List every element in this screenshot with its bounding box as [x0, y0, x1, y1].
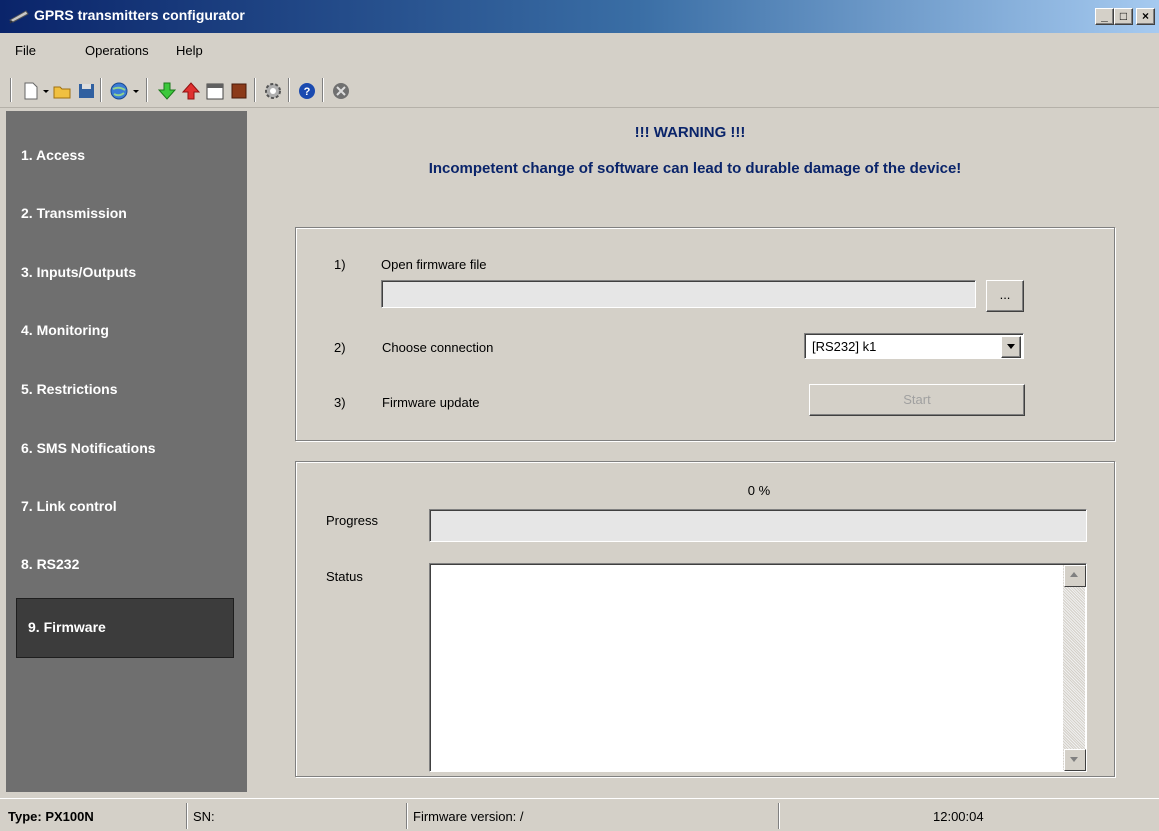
- window-title: GPRS transmitters configurator: [34, 7, 245, 23]
- toolbar-grip: [10, 78, 12, 102]
- step1-label: Open firmware file: [381, 257, 487, 272]
- menu-file[interactable]: File: [15, 43, 36, 58]
- sidebar-item-monitoring[interactable]: 4. Monitoring: [6, 305, 247, 357]
- statusbar-separator: [406, 803, 408, 829]
- book-icon[interactable]: [228, 80, 250, 102]
- globe-icon[interactable]: [108, 80, 130, 102]
- sidebar-item-label: 4. Monitoring: [21, 322, 109, 338]
- calendar-icon[interactable]: [204, 80, 226, 102]
- start-label: Start: [903, 392, 931, 407]
- warning-title: !!! WARNING !!!: [634, 124, 746, 141]
- status-scrollbar[interactable]: [1063, 565, 1086, 771]
- chevron-up-icon: [1070, 572, 1078, 577]
- close-icon: ×: [1141, 9, 1149, 23]
- chevron-down-icon: [1070, 757, 1078, 762]
- clock-time: 12:00:04: [933, 809, 984, 824]
- device-type: Type: PX100N: [8, 809, 94, 824]
- gear-icon[interactable]: [262, 80, 284, 102]
- status-bar: Type: PX100N SN: Firmware version: / 12:…: [0, 798, 1159, 831]
- scroll-down-button[interactable]: [1064, 749, 1086, 771]
- close-circle-icon[interactable]: [330, 80, 352, 102]
- save-icon[interactable]: [76, 80, 98, 102]
- firmware-version: Firmware version: /: [413, 809, 524, 824]
- minimize-button[interactable]: _: [1095, 8, 1114, 25]
- progress-bar: [429, 509, 1087, 542]
- status-log[interactable]: [429, 563, 1087, 772]
- scroll-up-button[interactable]: [1064, 565, 1086, 587]
- sidebar-item-label: 2. Transmission: [21, 205, 127, 221]
- browse-button[interactable]: ...: [986, 280, 1024, 312]
- sidebar-item-rs232[interactable]: 8. RS232: [6, 539, 247, 591]
- statusbar-separator: [186, 803, 188, 829]
- sidebar-item-firmware[interactable]: 9. Firmware: [16, 598, 234, 658]
- sidebar-item-label: 6. SMS Notifications: [21, 440, 156, 456]
- sidebar-item-label: 9. Firmware: [28, 619, 106, 635]
- step3-number: 3): [334, 395, 346, 410]
- step1-number: 1): [334, 257, 346, 272]
- status-label: Status: [326, 569, 363, 584]
- toolbar-separator: [322, 78, 324, 102]
- sidebar-item-transmission[interactable]: 2. Transmission: [6, 188, 247, 240]
- open-folder-icon[interactable]: [52, 80, 74, 102]
- warning-message: Incompetent change of software can lead …: [428, 160, 962, 177]
- sidebar-item-inputs-outputs[interactable]: 3. Inputs/Outputs: [6, 247, 247, 299]
- minimize-icon: _: [1101, 9, 1108, 23]
- sidebar-item-access[interactable]: 1. Access: [6, 130, 247, 182]
- progress-percent: 0 %: [747, 483, 771, 498]
- maximize-icon: □: [1119, 9, 1128, 23]
- maximize-button[interactable]: □: [1114, 8, 1133, 25]
- new-icon[interactable]: [20, 80, 42, 102]
- dropdown-arrow-icon[interactable]: [130, 80, 142, 102]
- sidebar: 1. Access 2. Transmission 3. Inputs/Outp…: [6, 111, 247, 792]
- toolbar-separator: [288, 78, 290, 102]
- sidebar-item-label: 8. RS232: [21, 556, 80, 572]
- help-icon[interactable]: ?: [296, 80, 318, 102]
- app-icon: [9, 10, 29, 24]
- download-arrow-icon[interactable]: [156, 80, 178, 102]
- menu-bar: File Operations Help: [0, 38, 1159, 64]
- sidebar-item-label: 7. Link control: [21, 498, 117, 514]
- sidebar-item-sms-notifications[interactable]: 6. SMS Notifications: [6, 423, 247, 475]
- close-button[interactable]: ×: [1136, 8, 1155, 25]
- chevron-down-icon[interactable]: [1001, 336, 1021, 358]
- upload-arrow-icon[interactable]: [180, 80, 202, 102]
- title-bar[interactable]: GPRS transmitters configurator _ □ ×: [0, 0, 1159, 33]
- serial-number: SN:: [193, 809, 215, 824]
- sidebar-item-label: 3. Inputs/Outputs: [21, 264, 137, 280]
- toolbar-separator: [146, 78, 148, 102]
- statusbar-separator: [778, 803, 780, 829]
- step2-number: 2): [334, 340, 346, 355]
- toolbar: ?: [0, 64, 1159, 108]
- sidebar-item-label: 1. Access: [21, 147, 86, 163]
- toolbar-separator: [100, 78, 102, 102]
- menu-operations[interactable]: Operations: [85, 43, 149, 58]
- svg-text:?: ?: [304, 86, 311, 98]
- menu-help[interactable]: Help: [176, 43, 203, 58]
- toolbar-separator: [254, 78, 256, 102]
- sidebar-item-label: 5. Restrictions: [21, 381, 118, 397]
- connection-select[interactable]: [RS232] k1: [804, 333, 1024, 359]
- step2-label: Choose connection: [382, 340, 494, 355]
- sidebar-item-restrictions[interactable]: 5. Restrictions: [6, 364, 247, 416]
- connection-value: [RS232] k1: [812, 339, 877, 354]
- start-button[interactable]: Start: [809, 384, 1025, 416]
- step3-label: Firmware update: [382, 395, 480, 410]
- sidebar-item-link-control[interactable]: 7. Link control: [6, 481, 247, 533]
- progress-label: Progress: [326, 513, 379, 528]
- browse-label: ...: [999, 287, 1011, 302]
- dropdown-arrow-icon[interactable]: [40, 80, 52, 102]
- firmware-file-field[interactable]: [381, 280, 976, 308]
